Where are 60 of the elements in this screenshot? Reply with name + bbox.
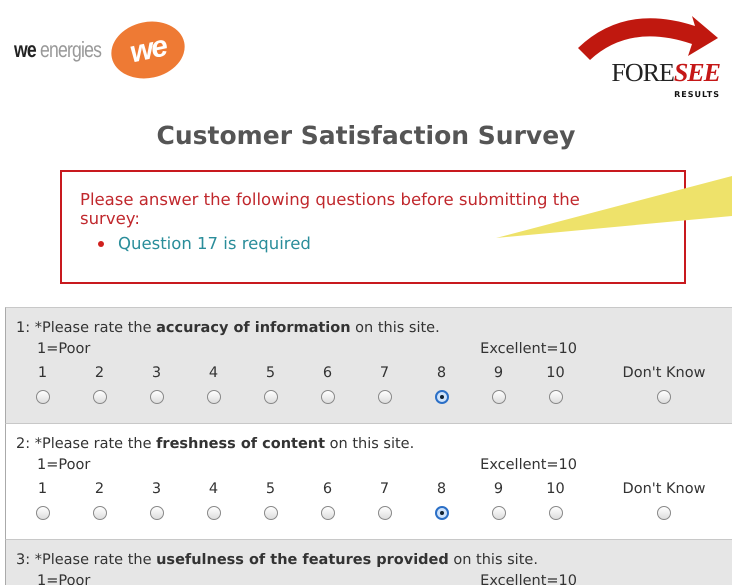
radio-button[interactable] [150,390,164,404]
option-label: 2 [94,364,104,383]
radio-button[interactable] [264,506,278,520]
option-label: 8 [436,364,446,383]
option-label: 3 [152,364,162,383]
partner-tagline: RESULTS [674,90,720,99]
partner-wordmark: FORESEE [611,58,720,88]
question-text: 1: *Please rate the accuracy of information on this site. [16,319,441,338]
option-label: Don't Know [622,480,706,499]
error-message: Please answer the following questions before submitting the survey: [80,190,581,228]
option-label: 4 [208,364,218,383]
radio-button[interactable] [150,506,164,520]
scale-high-label: Excellent=10 [480,572,577,585]
radio-button[interactable] [36,506,50,520]
option-label: 4 [208,480,218,499]
radio-button[interactable] [657,390,671,404]
option-label: 9 [494,480,504,499]
option-label: 7 [380,364,390,383]
option-label: 3 [152,480,162,499]
option-label: Don't Know [622,364,706,383]
scale-low-label: 1=Poor [37,340,90,359]
radio-button[interactable] [492,390,506,404]
option-label: 5 [266,480,276,499]
radio-button[interactable] [320,506,334,520]
error-item: Question 17 is required [118,234,311,253]
bullet-icon [98,240,104,246]
option-label: 7 [380,480,390,499]
radio-button[interactable] [206,506,220,520]
radio-button[interactable] [378,390,392,404]
scale-low-label: 1=Poor [37,456,90,475]
option-label: 1 [38,364,48,383]
radio-button[interactable] [492,506,506,520]
radio-button[interactable] [434,390,448,404]
radio-button[interactable] [206,390,220,404]
radio-button[interactable] [548,390,562,404]
option-label: 2 [94,480,104,499]
option-label: 6 [322,480,332,499]
scale-low-label: 1=Poor [37,572,90,585]
radio-button[interactable] [92,390,106,404]
brand-wordmark: we energies [14,37,102,63]
radio-button[interactable] [657,506,671,520]
radio-button[interactable] [434,506,448,520]
radio-button[interactable] [378,506,392,520]
option-label: 8 [436,480,446,499]
scale-high-label: Excellent=10 [480,456,577,475]
radio-button[interactable] [92,506,106,520]
question-text: 2: *Please rate the freshness of content on this site. [16,435,416,454]
page-title: Customer Satisfaction Survey [156,121,576,150]
question-text: 3: *Please rate the usefulness of the features provided on this site. [16,551,539,570]
option-label: 10 [546,364,565,383]
radio-button[interactable] [264,390,278,404]
radio-button[interactable] [548,506,562,520]
radio-button[interactable] [36,390,50,404]
option-label: 9 [494,364,504,383]
option-label: 10 [546,480,565,499]
option-label: 5 [266,364,276,383]
option-label: 1 [38,480,48,499]
scale-high-label: Excellent=10 [480,340,577,359]
option-label: 6 [322,364,332,383]
radio-button[interactable] [320,390,334,404]
